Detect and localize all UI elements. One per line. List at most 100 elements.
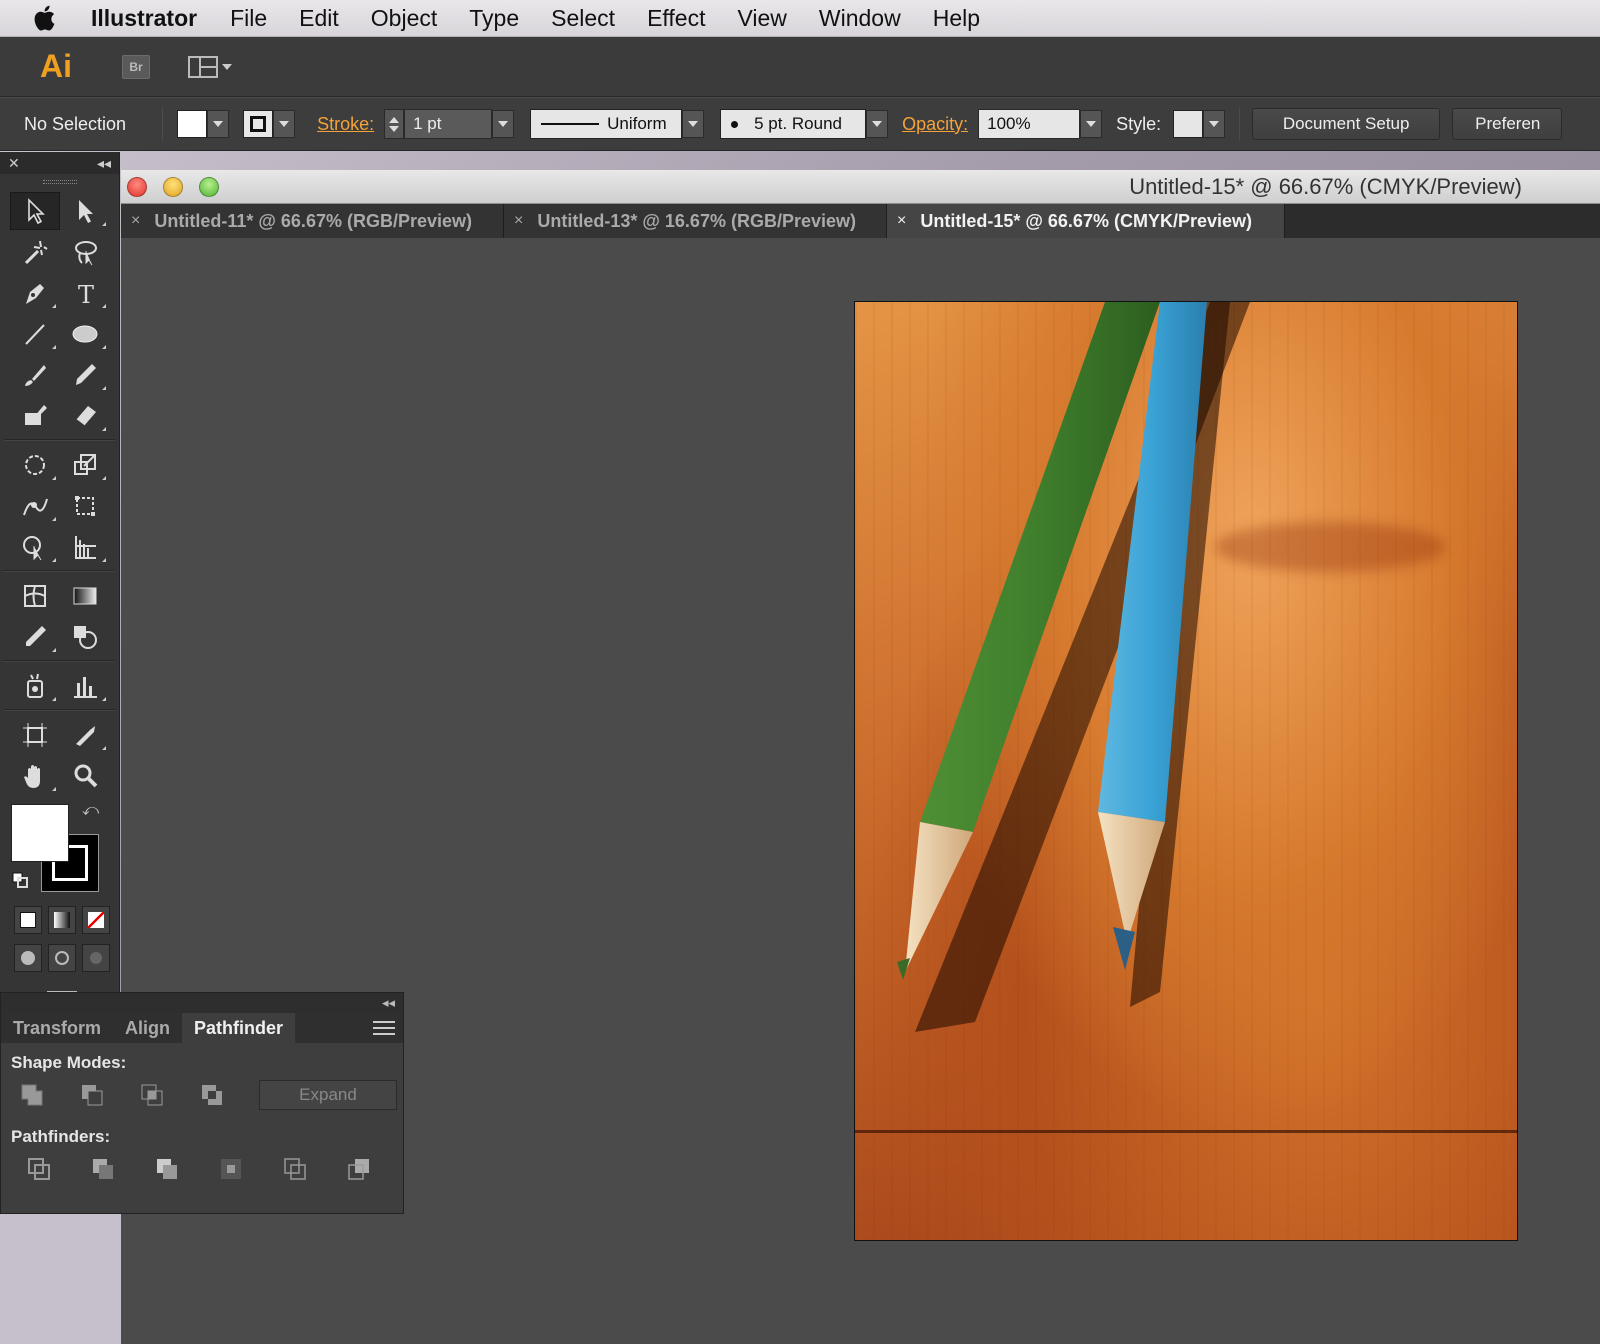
arrow-up-icon xyxy=(389,116,400,123)
color-button[interactable] xyxy=(14,906,42,934)
panel-menu-icon[interactable] xyxy=(373,1021,395,1035)
eraser-tool[interactable] xyxy=(60,397,110,435)
graphic-style-swatch[interactable] xyxy=(1173,110,1204,138)
free-transform-tool[interactable] xyxy=(60,487,110,525)
direct-selection-tool[interactable] xyxy=(60,192,110,230)
close-icon[interactable]: × xyxy=(131,212,140,230)
opacity-label[interactable]: Opacity: xyxy=(902,114,968,135)
opacity-field[interactable]: 100% xyxy=(978,109,1081,139)
menu-file[interactable]: File xyxy=(230,5,267,32)
menu-select[interactable]: Select xyxy=(551,5,615,32)
draw-normal-button[interactable] xyxy=(14,944,42,972)
menu-view[interactable]: View xyxy=(737,5,786,32)
type-tool[interactable]: T xyxy=(60,274,110,312)
stroke-label[interactable]: Stroke: xyxy=(317,114,374,135)
menu-help[interactable]: Help xyxy=(933,5,980,32)
pen-tool[interactable] xyxy=(10,274,60,312)
mesh-tool[interactable] xyxy=(10,577,60,615)
tab-untitled-11[interactable]: × Untitled-11* @ 66.67% (RGB/Preview) xyxy=(121,204,504,238)
symbol-sprayer-tool[interactable] xyxy=(10,667,60,705)
brush-dropdown[interactable] xyxy=(866,110,889,138)
preferences-button[interactable]: Preferen xyxy=(1452,108,1563,140)
tab-transform[interactable]: Transform xyxy=(1,1013,113,1043)
rotate-tool[interactable] xyxy=(10,446,60,484)
close-window-icon[interactable] xyxy=(127,176,147,197)
draw-behind-button[interactable] xyxy=(48,944,76,972)
variable-width-profile[interactable]: Uniform xyxy=(530,109,683,139)
stroke-weight-field[interactable]: 1 pt xyxy=(404,109,493,139)
stroke-color-dropdown[interactable] xyxy=(273,110,296,138)
tab-untitled-15[interactable]: × Untitled-15* @ 66.67% (CMYK/Preview) xyxy=(887,204,1285,238)
tool-group-indicator xyxy=(52,647,56,652)
stroke-weight-dropdown[interactable] xyxy=(492,110,515,138)
artboard-tool[interactable] xyxy=(10,716,60,754)
swap-fill-stroke-icon[interactable]: ⤺ xyxy=(82,802,99,820)
magic-wand-tool[interactable] xyxy=(10,233,60,271)
default-fill-stroke-icon[interactable] xyxy=(12,872,28,888)
fill-color-box[interactable] xyxy=(11,804,69,862)
close-icon[interactable]: × xyxy=(514,212,523,230)
blob-brush-tool[interactable] xyxy=(10,397,60,435)
profile-dropdown[interactable] xyxy=(682,110,705,138)
minus-front-button[interactable] xyxy=(77,1080,107,1110)
menu-object[interactable]: Object xyxy=(371,5,437,32)
column-graph-tool[interactable] xyxy=(60,667,110,705)
ellipse-tool[interactable] xyxy=(60,315,110,353)
placed-image-pencils[interactable] xyxy=(854,301,1518,1241)
menu-app-name[interactable]: Illustrator xyxy=(91,5,197,32)
hand-tool[interactable] xyxy=(10,757,60,795)
outline-button[interactable] xyxy=(280,1154,309,1184)
collapse-icon[interactable]: ◂◂ xyxy=(97,155,111,172)
tab-pathfinder[interactable]: Pathfinder xyxy=(182,1013,296,1043)
eyedropper-tool[interactable] xyxy=(10,618,60,656)
arrange-documents-button[interactable] xyxy=(188,55,232,78)
divide-button[interactable] xyxy=(25,1154,54,1184)
none-button[interactable] xyxy=(82,906,110,934)
draw-inside-button[interactable] xyxy=(82,944,110,972)
shape-builder-tool[interactable] xyxy=(10,528,60,566)
brush-definition[interactable]: 5 pt. Round xyxy=(720,109,867,139)
scale-tool[interactable] xyxy=(60,446,110,484)
tab-align[interactable]: Align xyxy=(113,1013,182,1043)
pencil-tool[interactable] xyxy=(60,356,110,394)
close-icon[interactable]: × xyxy=(897,212,906,230)
style-dropdown[interactable] xyxy=(1203,110,1226,138)
stroke-weight-stepper[interactable] xyxy=(384,109,405,139)
minimize-window-icon[interactable] xyxy=(163,176,183,197)
fill-dropdown[interactable] xyxy=(207,110,230,138)
menu-window[interactable]: Window xyxy=(819,5,901,32)
menu-edit[interactable]: Edit xyxy=(299,5,339,32)
intersect-button[interactable] xyxy=(137,1080,167,1110)
unite-button[interactable] xyxy=(17,1080,47,1110)
slice-tool[interactable] xyxy=(60,716,110,754)
apple-icon[interactable] xyxy=(33,3,67,33)
tab-untitled-13[interactable]: × Untitled-13* @ 16.67% (RGB/Preview) xyxy=(504,204,887,238)
zoom-tool[interactable] xyxy=(60,757,110,795)
exclude-button[interactable] xyxy=(197,1080,227,1110)
close-icon[interactable]: ✕ xyxy=(8,155,20,172)
line-segment-tool[interactable] xyxy=(10,315,60,353)
panel-grip[interactable] xyxy=(0,174,119,190)
opacity-dropdown[interactable] xyxy=(1080,110,1103,138)
perspective-grid-tool[interactable] xyxy=(60,528,110,566)
gradient-button[interactable] xyxy=(48,906,76,934)
lasso-tool[interactable] xyxy=(60,233,110,271)
width-tool[interactable] xyxy=(10,487,60,525)
blend-tool[interactable] xyxy=(60,618,110,656)
menu-effect[interactable]: Effect xyxy=(647,5,705,32)
selection-tool[interactable] xyxy=(10,191,60,230)
bridge-button[interactable]: Br xyxy=(122,54,150,79)
zoom-window-icon[interactable] xyxy=(199,176,219,197)
menu-type[interactable]: Type xyxy=(469,5,519,32)
merge-button[interactable] xyxy=(153,1154,182,1184)
crop-button[interactable] xyxy=(216,1154,245,1184)
paintbrush-tool[interactable] xyxy=(10,356,60,394)
stroke-swatch[interactable] xyxy=(243,110,274,138)
minus-back-button[interactable] xyxy=(344,1154,373,1184)
document-setup-button[interactable]: Document Setup xyxy=(1252,108,1441,140)
fill-swatch[interactable] xyxy=(177,110,208,138)
gradient-tool[interactable] xyxy=(60,577,110,615)
collapse-icon[interactable]: ◂◂ xyxy=(382,995,395,1011)
expand-button[interactable]: Expand xyxy=(259,1080,397,1110)
trim-button[interactable] xyxy=(89,1154,118,1184)
